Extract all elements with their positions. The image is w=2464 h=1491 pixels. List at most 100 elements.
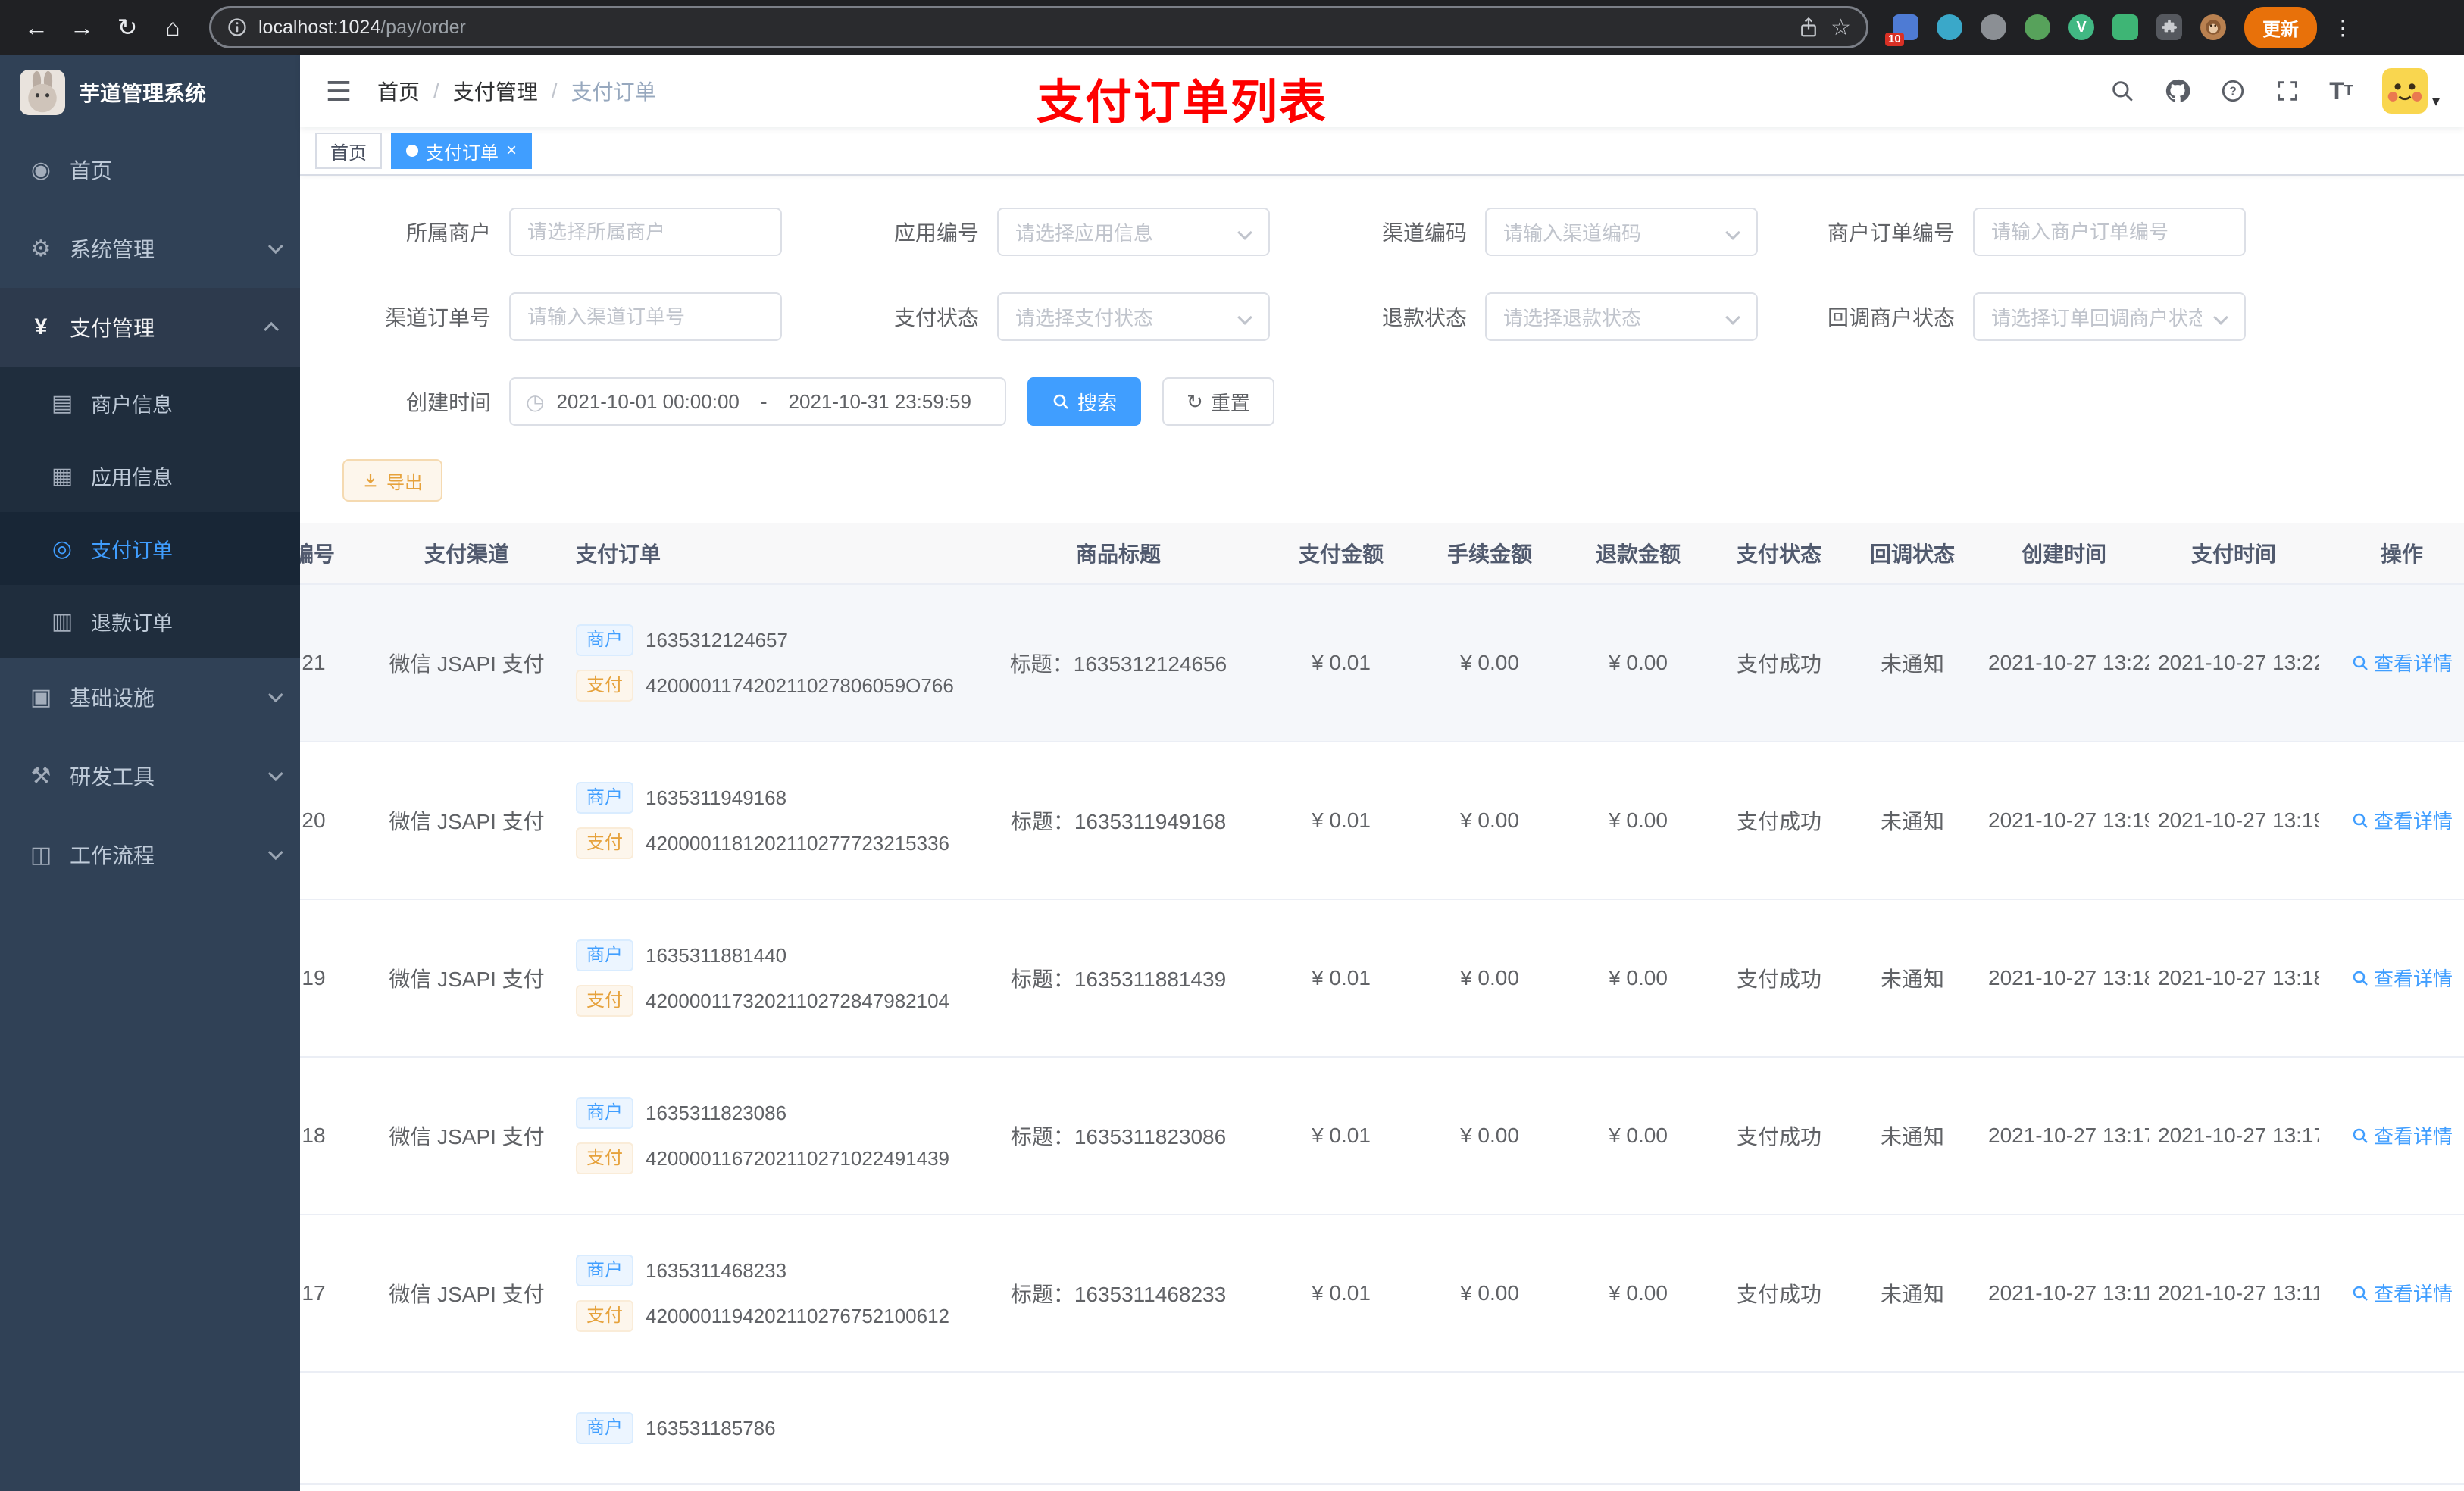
channel-order-no-field[interactable] [527, 305, 764, 329]
tags-view: 首页 支付订单 × [300, 127, 2464, 176]
refund-status-select[interactable]: 请选择退款状态 [1485, 292, 1758, 341]
cell-channel: 微信 JSAPI 支付 [367, 584, 567, 742]
chevron-down-icon [267, 687, 283, 703]
chat-extension-icon[interactable] [2112, 14, 2138, 40]
cell-fee: ¥ 0.00 [1415, 584, 1564, 742]
cell-channel: 微信 JSAPI 支付 [367, 1214, 567, 1373]
cell-channel: 微信 JSAPI 支付 [367, 742, 567, 900]
cell-channel: 微信 JSAPI 支付 [367, 1057, 567, 1215]
bookmark-star-icon[interactable]: ☆ [1831, 14, 1851, 41]
tab-home[interactable]: 首页 [315, 133, 382, 169]
sidebar-logo[interactable]: 芋道管理系统 [0, 55, 300, 130]
view-detail-link[interactable]: 查看详情 [2351, 806, 2453, 834]
extensions-puzzle-icon[interactable] [2156, 14, 2182, 40]
table-row[interactable]: 19 微信 JSAPI 支付 商户 1635311881440 支付 42000… [300, 899, 2464, 1058]
browser-menu-icon[interactable]: ⋮ [2326, 15, 2359, 40]
sidebar-item-payment[interactable]: ¥ 支付管理 [0, 288, 300, 367]
sidebar-item-pay-order[interactable]: ◎ 支付订单 [0, 512, 300, 585]
page-content: 所属商户 应用编号 请选择应用信息 渠道编码 [300, 176, 2464, 1491]
forward-icon[interactable]: → [61, 6, 103, 48]
green-extension-icon[interactable] [2025, 14, 2050, 40]
sidebar-item-infra[interactable]: ▣ 基础设施 [0, 658, 300, 736]
channel-order-no-input[interactable] [509, 292, 782, 341]
search-icon[interactable] [2109, 78, 2135, 104]
cell-pay-order: 商户 1635311881440 支付 42000011732021102728… [567, 899, 970, 1058]
merchant-order-no-field[interactable] [1991, 220, 2228, 244]
adblock-extension-icon[interactable]: 10 [1885, 14, 1918, 46]
sidebar-item-workflow[interactable]: ◫ 工作流程 [0, 815, 300, 894]
sidebar-item-app-info[interactable]: ▦ 应用信息 [0, 439, 300, 512]
sidebar-item-merchant-info[interactable]: ▤ 商户信息 [0, 367, 300, 439]
export-button[interactable]: 导出 [342, 459, 442, 502]
channel-code-select[interactable]: 请输入渠道编码 [1485, 208, 1758, 256]
back-icon[interactable]: ← [15, 6, 58, 48]
fullscreen-icon[interactable] [2275, 78, 2300, 104]
gear-icon: ⚙ [30, 236, 52, 261]
merchant-badge: 商户 [576, 1097, 633, 1129]
table-row[interactable]: 18 微信 JSAPI 支付 商户 1635311823086 支付 42000… [300, 1057, 2464, 1215]
table-row[interactable]: 21 微信 JSAPI 支付 商户 1635312124657 支付 42000… [300, 584, 2464, 742]
search-button[interactable]: 搜索 [1027, 377, 1142, 426]
table-row[interactable]: 商户 163531185786 支付 [300, 1372, 2464, 1485]
monkey-extension-icon[interactable] [2200, 14, 2226, 40]
help-icon[interactable]: ? [2220, 78, 2246, 104]
range-end: 2021-10-31 23:59:59 [788, 389, 971, 413]
payment-submenu: ▤ 商户信息 ▦ 应用信息 ◎ 支付订单 ▥ 退款订单 [0, 367, 300, 658]
grid-icon: ▦ [51, 463, 73, 489]
breadcrumb-home[interactable]: 首页 [377, 76, 420, 106]
cell-pay-status: 支付成功 [1712, 1057, 1846, 1215]
table-row[interactable]: 17 微信 JSAPI 支付 商户 1635311468233 支付 42000… [300, 1214, 2464, 1373]
notify-status-select[interactable]: 请选择订单回调商户状态 [1973, 292, 2246, 341]
drop-extension-icon[interactable] [1937, 14, 1962, 40]
address-bar[interactable]: localhost:1024/pay/order ☆ [209, 6, 1868, 48]
app-select[interactable]: 请选择应用信息 [997, 208, 1270, 256]
user-menu[interactable]: ▾ [2381, 68, 2440, 114]
table-row[interactable]: 20 微信 JSAPI 支付 商户 1635311949168 支付 42000… [300, 742, 2464, 900]
cell-amount: ¥ 0.01 [1267, 1214, 1415, 1373]
github-icon[interactable] [2164, 77, 2191, 105]
cell-id: 19 [300, 899, 367, 1058]
cell-amount: ¥ 0.01 [1267, 1057, 1415, 1215]
cell-create-time: 2021-10-27 13:17:03 [1979, 1057, 2149, 1215]
merchant-input[interactable] [509, 208, 782, 256]
view-detail-link[interactable]: 查看详情 [2351, 1121, 2453, 1149]
close-icon[interactable]: × [506, 142, 517, 160]
col-id: 编号 [300, 523, 367, 585]
reload-icon[interactable]: ↻ [106, 6, 149, 48]
cell-create-time [1979, 1372, 2149, 1485]
sidebar-item-refund-order[interactable]: ▥ 退款订单 [0, 585, 300, 658]
pay-status-select[interactable]: 请选择支付状态 [997, 292, 1270, 341]
site-info-icon[interactable] [227, 17, 248, 38]
cell-pay-order: 商户 1635311468233 支付 42000011942021102767… [567, 1214, 970, 1373]
sidebar-item-home[interactable]: ◉ 首页 [0, 130, 300, 209]
merchant-order-number: 163531185786 [646, 1416, 776, 1439]
merchant-order-no-input[interactable] [1973, 208, 2246, 256]
breadcrumb-payment[interactable]: 支付管理 [453, 76, 538, 106]
sidebar-toggle-icon[interactable] [324, 77, 353, 105]
tab-pay-order[interactable]: 支付订单 × [391, 133, 533, 169]
font-size-icon[interactable]: TT [2329, 79, 2353, 103]
cell-title: 标题：1635311468233 [970, 1214, 1267, 1373]
view-detail-link[interactable]: 查看详情 [2351, 1279, 2453, 1307]
view-detail-link[interactable]: 查看详情 [2351, 964, 2453, 992]
browser-update-button[interactable]: 更新 [2244, 6, 2317, 48]
merchant-order-line: 商户 1635311881440 [576, 939, 786, 971]
share-icon[interactable] [1797, 16, 1820, 39]
sidebar-item-system[interactable]: ⚙ 系统管理 [0, 209, 300, 288]
pay-badge: 支付 [576, 670, 633, 702]
col-refund: 退款金额 [1564, 523, 1712, 585]
cell-fee: ¥ 0.00 [1415, 1214, 1564, 1373]
merchant-order-number: 1635311949168 [646, 786, 787, 809]
cell-title: 标题：1635311949168 [970, 742, 1267, 900]
reset-button[interactable]: ↻ 重置 [1162, 377, 1274, 426]
sidebar-item-devtools[interactable]: ⚒ 研发工具 [0, 736, 300, 815]
gray-extension-icon[interactable] [1981, 14, 2006, 40]
cell-pay-time [2149, 1372, 2319, 1485]
home-icon[interactable]: ⌂ [152, 6, 194, 48]
view-detail-link[interactable]: 查看详情 [2351, 649, 2453, 677]
vue-devtools-icon[interactable]: V [2068, 14, 2094, 40]
create-time-range-picker[interactable]: ◷ 2021-10-01 00:00:00 - 2021-10-31 23:59… [509, 377, 1006, 426]
chevron-down-icon [1725, 225, 1740, 240]
merchant-input-field[interactable] [527, 220, 764, 244]
col-actions: 操作 [2319, 523, 2464, 585]
